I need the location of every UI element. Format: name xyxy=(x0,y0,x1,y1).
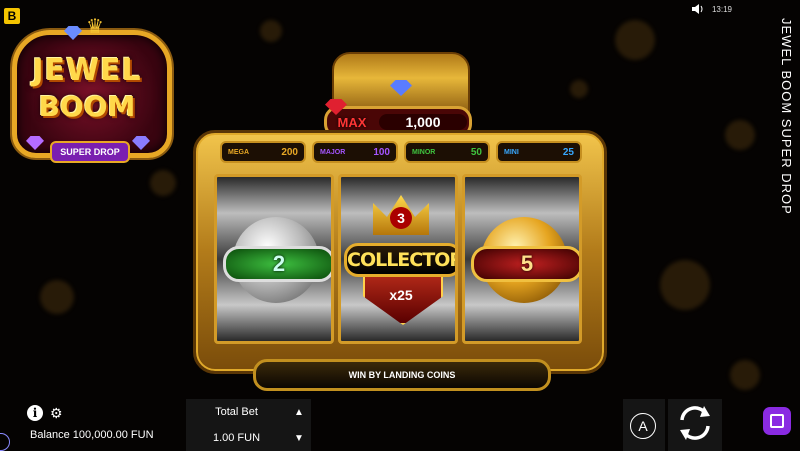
balance-text: Balance 100,000.00 FUN xyxy=(30,429,154,441)
jackpot-label: MINI xyxy=(504,148,519,156)
total-bet-panel: Total Bet 1.00 FUN ▲ ▼ xyxy=(186,399,311,451)
bokeh-light xyxy=(40,280,74,314)
ruby-icon xyxy=(325,99,347,115)
game-logo: ♛ JEWEL BOOM SUPER DROP xyxy=(12,16,172,163)
jackpot-label: MINOR xyxy=(412,148,436,156)
jackpot-value: 25 xyxy=(562,146,574,158)
bokeh-light xyxy=(730,360,760,390)
bokeh-light xyxy=(150,170,176,196)
jackpot-mega: MEGA 200 xyxy=(220,141,306,163)
reel-area: 2 3 COLLECTOR x25 5 xyxy=(214,174,582,344)
clock: 13:19 xyxy=(711,4,732,14)
reel-2: 3 COLLECTOR x25 xyxy=(338,174,458,344)
diamond-icon xyxy=(390,80,412,96)
logo-subtitle: SUPER DROP xyxy=(50,141,130,163)
jackpot-label: MEGA xyxy=(228,148,249,156)
bokeh-light xyxy=(260,20,282,42)
reel-3: 5 xyxy=(462,174,582,344)
collector-label: COLLECTOR xyxy=(344,243,455,277)
jackpot-minor: MINOR 50 xyxy=(404,141,490,163)
menu-button[interactable] xyxy=(763,407,791,435)
autoplay-button[interactable]: A xyxy=(623,399,665,451)
max-label: MAX xyxy=(337,114,367,130)
jackpot-major: MAJOR 100 xyxy=(312,141,398,163)
game-title-vertical: JEWEL BOOM SUPER DROP xyxy=(779,18,794,215)
coin-value: 2 xyxy=(223,246,331,282)
coin-value: 5 xyxy=(471,246,579,282)
reel-1: 2 xyxy=(214,174,334,344)
menu-icon xyxy=(770,414,784,428)
bet-increase-button[interactable]: ▲ xyxy=(294,407,304,418)
jackpot-value: 200 xyxy=(281,146,298,158)
jackpot-mini: MINI 25 xyxy=(496,141,582,163)
crown-icon: ♛ xyxy=(86,16,104,38)
collector-level: 3 xyxy=(390,207,412,229)
bokeh-light xyxy=(615,20,655,60)
info-icon[interactable]: i xyxy=(27,405,43,421)
jackpot-value: 100 xyxy=(373,146,390,158)
bet-decrease-button[interactable]: ▼ xyxy=(294,433,304,444)
corner-indicator-icon xyxy=(0,433,10,451)
bokeh-light xyxy=(725,120,755,150)
autoplay-icon: A xyxy=(630,413,656,439)
bokeh-light xyxy=(570,80,588,98)
spin-button[interactable] xyxy=(668,399,722,451)
spin-icon xyxy=(680,406,710,440)
jackpot-label: MAJOR xyxy=(320,148,346,156)
collector-multiplier: x25 xyxy=(389,287,413,303)
status-bar: 13:19 xyxy=(691,4,732,14)
logo-title-line2: BOOM xyxy=(38,90,136,123)
total-bet-value: 1.00 FUN xyxy=(212,432,261,444)
total-bet-label: Total Bet xyxy=(215,406,258,418)
logo-title-line1: JEWEL xyxy=(32,53,142,88)
win-info-banner: WIN BY LANDING COINS xyxy=(253,359,551,391)
bokeh-light xyxy=(660,260,710,310)
max-value: 1,000 xyxy=(379,114,467,130)
gear-icon[interactable]: ⚙ xyxy=(50,405,63,422)
jackpot-value: 50 xyxy=(470,146,482,158)
speaker-icon[interactable] xyxy=(691,4,704,14)
jackpot-bar: MEGA 200 MAJOR 100 MINOR 50 MINI 25 xyxy=(220,141,582,163)
